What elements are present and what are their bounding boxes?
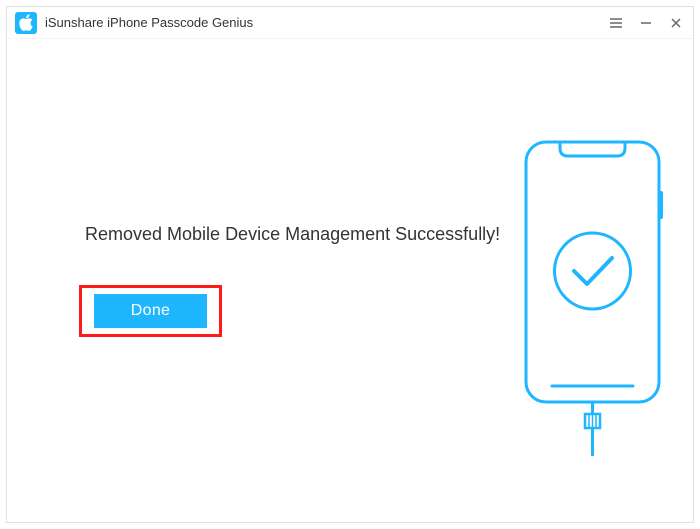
message-column: Removed Mobile Device Management Success… <box>7 39 520 522</box>
titlebar: iSunshare iPhone Passcode Genius <box>7 7 693 39</box>
minimize-button[interactable] <box>639 16 653 30</box>
window-controls <box>609 16 683 30</box>
checkmark-icon <box>574 258 612 284</box>
phone-success-illustration <box>520 136 665 456</box>
highlight-box: Done <box>79 285 222 337</box>
app-title: iSunshare iPhone Passcode Genius <box>45 15 609 30</box>
check-circle-icon <box>555 233 631 309</box>
close-icon <box>670 17 682 29</box>
app-logo <box>15 12 37 34</box>
minimize-icon <box>640 17 652 29</box>
illustration-column <box>520 39 700 522</box>
done-button[interactable]: Done <box>94 294 207 328</box>
content-area: Removed Mobile Device Management Success… <box>7 39 693 522</box>
phone-notch-icon <box>560 142 625 156</box>
close-button[interactable] <box>669 16 683 30</box>
app-window: iSunshare iPhone Passcode Genius <box>6 6 694 523</box>
hamburger-icon <box>609 17 623 29</box>
success-message: Removed Mobile Device Management Success… <box>85 224 500 245</box>
menu-button[interactable] <box>609 16 623 30</box>
phone-outline-icon <box>526 142 659 402</box>
apple-icon <box>19 14 33 31</box>
phone-side-button-icon <box>659 191 663 219</box>
